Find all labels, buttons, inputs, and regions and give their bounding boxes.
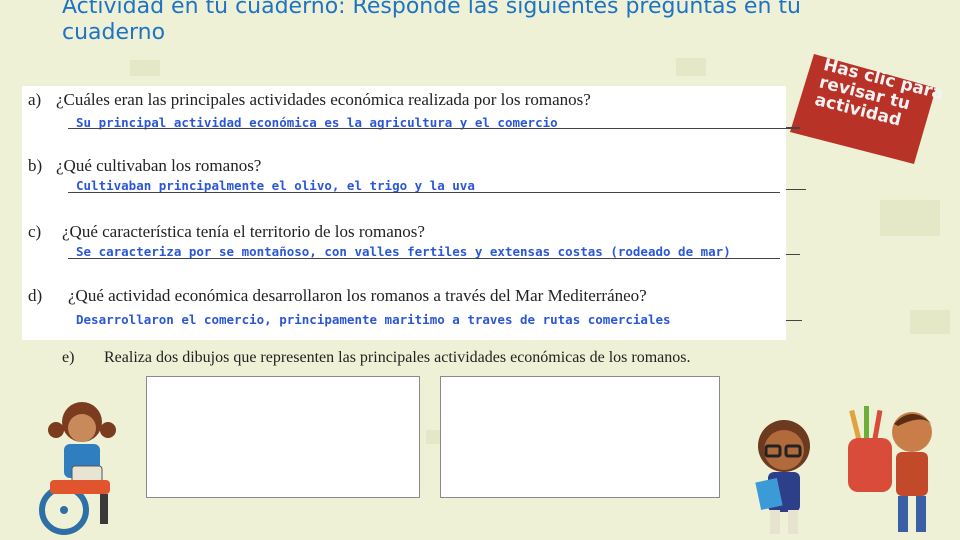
question-text: ¿Cuáles eran las principales actividades… — [56, 90, 591, 109]
questions-card: a) ¿Cuáles eran las principales activida… — [22, 86, 800, 340]
answer-line — [68, 128, 800, 129]
question-letter: a) — [28, 90, 42, 109]
question-text: ¿Qué característica tenía el territorio … — [62, 222, 425, 241]
answer-line-tail — [786, 189, 806, 190]
question-letter: c) — [28, 222, 42, 241]
question-text: ¿Qué cultivaban los romanos? — [56, 156, 262, 175]
boy-books-illustration — [755, 420, 810, 534]
answer-line-tail — [786, 254, 800, 255]
question-letter: d) — [28, 286, 43, 305]
task-e-letter: e) — [62, 349, 75, 366]
answer-text: Se caracteriza por se montañoso, con val… — [76, 244, 731, 259]
child-backpack-illustration — [848, 406, 932, 532]
answer-text: Desarrollaron el comercio, principamente… — [76, 312, 671, 327]
question-letter: b) — [28, 156, 43, 175]
answer-line — [68, 192, 780, 193]
drawing-box-2[interactable] — [440, 376, 720, 498]
answer-line-tail — [786, 127, 800, 128]
question-text: ¿Qué actividad económica desarrollaron l… — [68, 286, 647, 305]
girl-wheelchair-illustration — [39, 402, 116, 535]
task-e-text: Realiza dos dibujos que representen las … — [104, 349, 691, 366]
answer-text: Cultivaban principalmente el olivo, el t… — [76, 178, 475, 193]
drawing-box-1[interactable] — [146, 376, 420, 498]
answer-line — [68, 258, 780, 259]
page-title: Actividad en tu cuaderno: Responde las s… — [62, 0, 801, 45]
answer-line-tail — [786, 320, 802, 321]
